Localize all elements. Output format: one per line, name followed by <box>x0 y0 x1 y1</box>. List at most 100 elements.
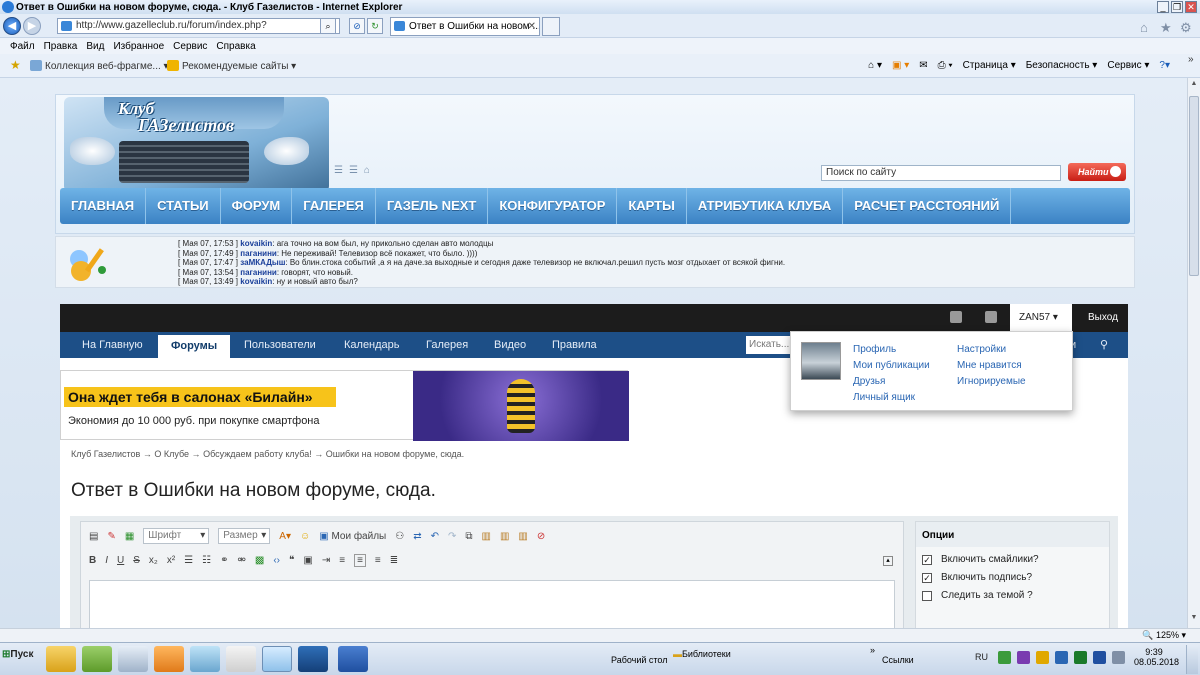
tab-forums[interactable]: Форумы <box>158 335 231 358</box>
table-icon[interactable]: ▦ <box>125 531 134 542</box>
tray-antivirus-icon[interactable] <box>998 651 1011 664</box>
spellcheck-icon[interactable]: ⊘ <box>537 531 545 542</box>
nav-gazel-next[interactable]: ГАЗЕЛЬ NEXT <box>376 188 489 224</box>
home-cmd-icon[interactable]: ⌂ ▾ <box>868 60 882 71</box>
menu-friends[interactable]: Друзья <box>853 376 885 387</box>
tools-menu[interactable]: Сервис ▾ <box>1107 60 1149 71</box>
header-small-icons[interactable]: ☰☰⌂ <box>334 165 376 176</box>
home-icon[interactable]: ⌂ <box>1140 20 1148 35</box>
redo-icon[interactable]: ↷ <box>448 531 456 542</box>
nav-home[interactable]: ГЛАВНАЯ <box>60 188 147 224</box>
unlink-icon[interactable]: ⚮ <box>237 555 245 566</box>
map-pin-icon[interactable]: ⚲ <box>1100 332 1108 358</box>
close-button[interactable]: ✕ <box>1185 1 1197 13</box>
menu-likes[interactable]: Мне нравится <box>957 360 1022 371</box>
site-logo[interactable]: Клуб ГАЗелистов <box>118 100 234 134</box>
tab-video[interactable]: Видео <box>494 332 526 358</box>
underline-button[interactable]: U <box>117 555 124 566</box>
scissors-taskbar-icon[interactable] <box>226 646 256 672</box>
nav-configurator[interactable]: КОНФИГУРАТОР <box>488 188 618 224</box>
italic-button[interactable]: I <box>105 555 108 566</box>
ad-banner[interactable]: Она ждет тебя в салонах «Билайн» Экономи… <box>60 370 629 441</box>
crumb-about[interactable]: О Клубе <box>154 449 189 459</box>
paste-word-icon[interactable]: ▥ <box>518 531 527 542</box>
avatar[interactable] <box>801 342 841 380</box>
crumb-club[interactable]: Клуб Газелистов <box>71 449 140 459</box>
forward-button[interactable]: ▶ <box>23 17 41 35</box>
ie-taskbar-icon[interactable] <box>262 646 292 672</box>
tab-current[interactable]: Ответ в Ошибки на новом ... ✕ <box>390 17 540 36</box>
menu-settings[interactable]: Настройки <box>957 344 1006 355</box>
calculator-taskbar-icon[interactable] <box>118 646 148 672</box>
undo-icon[interactable]: ↶ <box>431 531 439 542</box>
nav-articles[interactable]: СТАТЬИ <box>146 188 221 224</box>
fav-suggested-sites[interactable]: Рекомендуемые сайты ▾ <box>167 60 296 72</box>
print-icon[interactable]: ⎙ ▾ <box>938 60 953 71</box>
editor-collapse-icon[interactable]: ▴ <box>883 556 893 566</box>
scroll-up-icon[interactable]: ▲ <box>1189 80 1199 92</box>
option-follow[interactable]: Следить за темой ? <box>922 590 1109 601</box>
zoom-level[interactable]: 🔍 125% ▾ <box>1142 630 1186 641</box>
text-color-icon[interactable]: A▾ <box>279 531 291 542</box>
paint-taskbar-icon[interactable] <box>190 646 220 672</box>
nav-gallery[interactable]: ГАЛЕРЕЯ <box>292 188 376 224</box>
numbered-list-icon[interactable]: ☷ <box>202 555 211 566</box>
shout-user[interactable]: паганини <box>240 249 277 258</box>
menu-tools[interactable]: Сервис <box>173 41 207 52</box>
tab-home[interactable]: На Главную <box>82 332 143 358</box>
nav-distance-calc[interactable]: РАСЧЕТ РАССТОЯНИЙ <box>843 188 1012 224</box>
strike-button[interactable]: S <box>133 555 140 566</box>
compat-view-icon[interactable]: ⊘ <box>349 18 365 34</box>
align-center-icon[interactable]: ≡ <box>354 554 366 567</box>
tab-calendar[interactable]: Календарь <box>344 332 400 358</box>
menu-ignored[interactable]: Игнорируемые <box>957 376 1026 387</box>
option-smilies[interactable]: ✓ Включить смайлики? <box>922 554 1109 565</box>
show-desktop-button[interactable] <box>1186 645 1198 674</box>
tray-network-icon[interactable] <box>1093 651 1106 664</box>
address-input[interactable]: http://www.gazelleclub.ru/forum/index.ph… <box>57 18 340 34</box>
site-search-button[interactable]: Найти <box>1068 163 1126 181</box>
align-right-icon[interactable]: ≡ <box>375 555 381 566</box>
back-button[interactable]: ◀ <box>3 17 21 35</box>
subscript-button[interactable]: x₂ <box>149 555 158 566</box>
replace-icon[interactable]: ⇄ <box>413 531 421 542</box>
indent-icon[interactable]: ⇥ <box>322 555 330 566</box>
favorites-star-icon[interactable]: ★ <box>1160 20 1172 36</box>
word-taskbar-icon[interactable] <box>338 646 368 672</box>
rss-icon[interactable]: ▣ ▾ <box>892 60 909 71</box>
shout-user[interactable]: паганини <box>240 268 277 277</box>
paste-icon[interactable]: ▥ <box>482 531 491 542</box>
explorer-taskbar-icon[interactable] <box>46 646 76 672</box>
copy-icon[interactable]: ⧉ <box>465 531 472 542</box>
menu-my-posts[interactable]: Мои публикации <box>853 360 930 371</box>
eraser-icon[interactable]: ✎ <box>107 531 115 542</box>
follow-checkbox[interactable] <box>922 590 932 601</box>
paste-text-icon[interactable]: ▥ <box>500 531 509 542</box>
menu-inbox[interactable]: Личный ящик <box>853 392 915 403</box>
tray-volume-icon[interactable] <box>1112 651 1125 664</box>
logout-link[interactable]: Выход <box>1088 312 1118 323</box>
link-icon[interactable]: ⚭ <box>220 555 228 566</box>
code-icon[interactable]: ‹› <box>273 555 280 566</box>
nav-club-attributes[interactable]: АТРИБУТИКА КЛУБА <box>687 188 844 224</box>
my-files-button[interactable]: ▣ Мои файлы <box>319 531 386 542</box>
vertical-scrollbar[interactable]: ▲ ▼ <box>1187 78 1200 628</box>
clock[interactable]: 9:39 08.05.2018 <box>1134 647 1179 667</box>
smilies-checkbox[interactable]: ✓ <box>922 554 932 565</box>
game-taskbar-icon[interactable] <box>82 646 112 672</box>
forum-search-input[interactable]: Искать... <box>746 336 794 354</box>
message-textarea[interactable] <box>89 580 895 628</box>
shout-user[interactable]: kovaikin <box>240 277 272 286</box>
tray-e-icon[interactable] <box>1055 651 1068 664</box>
outlook-taskbar-icon[interactable] <box>154 646 184 672</box>
user-menu-button[interactable]: ZAN57 ▾ <box>1010 304 1072 332</box>
help-icon[interactable]: ?▾ <box>1159 60 1170 71</box>
binoculars-icon[interactable]: ⚇ <box>395 531 404 542</box>
scroll-down-icon[interactable]: ▼ <box>1189 614 1199 626</box>
notifications-icon[interactable] <box>985 311 997 323</box>
bold-button[interactable]: B <box>89 555 96 566</box>
links-toolbar[interactable]: Ссылки <box>882 655 914 665</box>
page-menu[interactable]: Страница ▾ <box>963 60 1016 71</box>
gear-icon[interactable]: ⚙ <box>1180 20 1192 36</box>
tray-v-icon[interactable] <box>1074 651 1087 664</box>
